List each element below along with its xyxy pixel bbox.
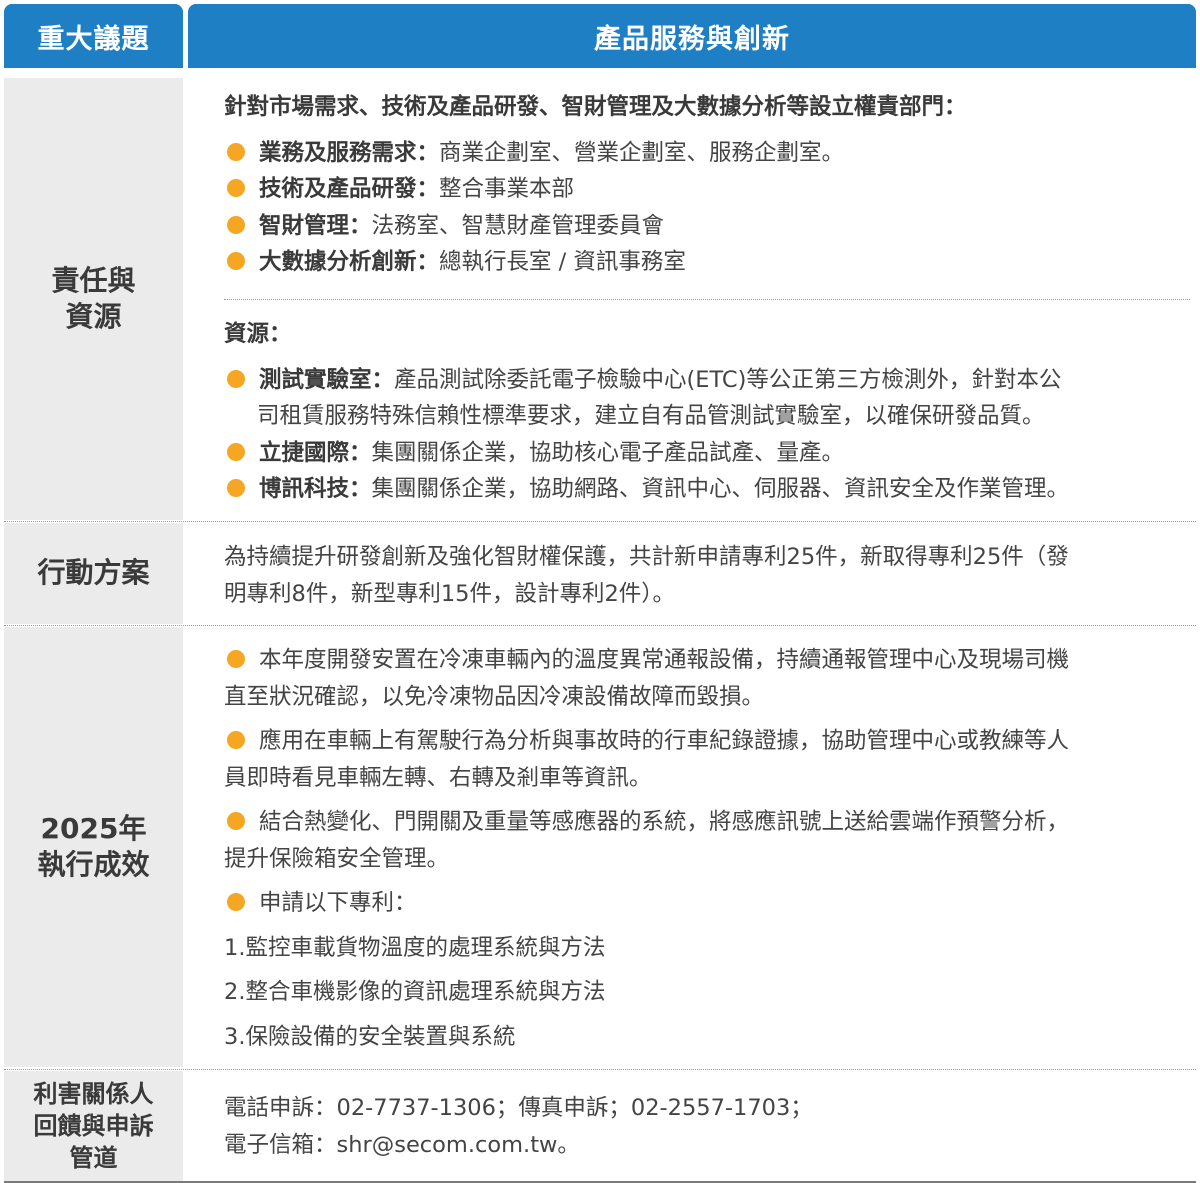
label-line: 2025年 [40, 811, 147, 845]
resource-text: 集團關係企業，協助網路、資訊中心、伺服器、資訊安全及作業管理。 [371, 476, 1070, 502]
header-issue: 重大議題 [4, 4, 183, 68]
bullet-dot-icon [227, 369, 245, 388]
patent-item: 1.監控車載貨物溫度的處理系統與方法 [224, 934, 606, 961]
label-responsibility: 責任與 資源 [4, 78, 183, 520]
result-item-continued: 提升保險箱安全管理。 [224, 845, 450, 872]
list-item: 大數據分析創新：總執行長室 / 資訊事務室 [224, 244, 1180, 281]
bullet-dot-icon [227, 479, 245, 497]
dept-text: 總執行長室 / 資訊事務室 [439, 249, 686, 275]
results: 本年度開發安置在冷凍車輛內的溫度異常通報設備，持續通報管理中心及現場司機 直至狀… [224, 642, 1180, 1055]
action-plan: 為持續提升研發創新及強化智財權保護，共計新申請專利25件，新取得專利25件（發 … [224, 539, 1180, 612]
dept-term: 業務及服務需求： [259, 139, 440, 166]
resource-term: 立捷國際： [259, 439, 372, 466]
departments-title: 針對市場需求、技術及產品研發、智財管理及大數據分析等設立權責部門： [224, 94, 967, 120]
result-item: 應用在車輛上有駕駛行為分析與事故時的行車紀錄證據，協助管理中心或教練等人 [224, 723, 1180, 760]
bullet-dot-icon [227, 650, 245, 668]
contact-phone-fax: 電話申訴：02-7737-1306；傳真申訴；02-2557-1703； [224, 1095, 813, 1121]
result-text: 結合熱變化、門開關及重量等感應器的系統，將感應訊號上送給雲端作預警分析， [259, 809, 1070, 835]
resources-title: 資源： [224, 321, 292, 347]
row-divider [4, 625, 1196, 626]
dept-text: 整合事業本部 [439, 176, 575, 202]
resource-term: 博訊科技： [259, 476, 372, 502]
result-item-continued: 員即時看見車輛左轉、右轉及剎車等資訊。 [224, 764, 652, 791]
bullet-dot-icon [227, 442, 245, 461]
row-divider [4, 1069, 1196, 1070]
list-item: 博訊科技：集團關係企業，協助網路、資訊中心、伺服器、資訊安全及作業管理。 [224, 471, 1180, 508]
label-stakeholder: 利害關係人 回饋與申訴 管道 [4, 1071, 183, 1183]
dept-text: 商業企劃室、營業企劃室、服務企劃室。 [439, 139, 845, 166]
result-text: 本年度開發安置在冷凍車輛內的溫度異常通報設備，持續通報管理中心及現場司機 [259, 647, 1070, 673]
label-line: 管道 [69, 1143, 118, 1172]
bullet-dot-icon [227, 893, 245, 911]
bullet-dot-icon [227, 731, 245, 749]
label-line: 責任與 [51, 263, 136, 297]
bullet-dot-icon [227, 142, 245, 161]
patent-item: 3.保險設備的安全裝置與系統 [224, 1023, 516, 1050]
list-item-continued: 司租賃服務特殊信賴性標準要求，建立自有品管測試實驗室，以確保研發品質。 [257, 403, 1045, 429]
result-item: 結合熱變化、門開關及重量等感應器的系統，將感應訊號上送給雲端作預警分析， [224, 804, 1180, 841]
dept-text: 法務室、智慧財產管理委員會 [371, 212, 665, 239]
bullet-dot-icon [227, 215, 245, 234]
responsibility-departments: 針對市場需求、技術及產品研發、智財管理及大數據分析等設立權責部門： 業務及服務需… [224, 89, 1180, 281]
label-action: 行動方案 [4, 523, 183, 624]
result-text: 應用在車輛上有駕駛行為分析與事故時的行車紀錄證據，協助管理中心或教練等人 [259, 728, 1070, 754]
label-line: 回饋與申訴 [33, 1112, 154, 1141]
responsibility-resources: 資源： 測試實驗室：產品測試除委託電子檢驗中心(ETC)等公正第三方檢測外，針對… [224, 316, 1180, 508]
list-item: 業務及服務需求：商業企劃室、營業企劃室、服務企劃室。 [224, 135, 1180, 172]
list-item: 立捷國際：集團關係企業，協助核心電子產品試產、量產。 [224, 435, 1180, 472]
list-item: 智財管理：法務室、智慧財產管理委員會 [224, 208, 1180, 245]
resource-text: 集團關係企業，協助核心電子產品試產、量產。 [371, 439, 845, 466]
label-line: 利害關係人 [33, 1080, 154, 1109]
label-line: 資源 [65, 300, 122, 333]
result-text: 申請以下專利： [259, 890, 417, 916]
bullet-dot-icon [227, 252, 245, 270]
contact-email: 電子信箱：shr@secom.com.tw。 [224, 1131, 580, 1158]
dept-term: 智財管理： [259, 212, 372, 239]
divider [224, 299, 1190, 300]
table-bottom-border [4, 1181, 1196, 1183]
list-item: 技術及產品研發：整合事業本部 [224, 171, 1180, 208]
header-topic: 產品服務與創新 [188, 4, 1196, 68]
stakeholder-channels: 電話申訴：02-7737-1306；傳真申訴；02-2557-1703； 電子信… [224, 1090, 1180, 1163]
bullet-dot-icon [227, 179, 245, 197]
resource-term: 測試實驗室： [259, 366, 395, 393]
row-divider [4, 521, 1196, 522]
resource-text: 產品測試除委託電子檢驗中心(ETC)等公正第三方檢測外，針對本公 [394, 366, 1062, 393]
dept-term: 大數據分析創新： [259, 249, 440, 275]
action-line: 明專利8件，新型專利15件，設計專利2件）。 [224, 580, 676, 607]
bullet-dot-icon [227, 812, 245, 830]
dept-term: 技術及產品研發： [259, 176, 440, 202]
list-item: 測試實驗室：產品測試除委託電子檢驗中心(ETC)等公正第三方檢測外，針對本公 [224, 362, 1180, 399]
patent-item: 2.整合車機影像的資訊處理系統與方法 [224, 979, 606, 1005]
action-line: 為持續提升研發創新及強化智財權保護，共計新申請專利25件，新取得專利25件（發 [224, 544, 1069, 570]
result-item-continued: 直至狀況確認，以免冷凍物品因冷凍設備故障而毀損。 [224, 683, 765, 710]
label-results: 2025年 執行成效 [4, 627, 183, 1067]
result-item: 本年度開發安置在冷凍車輛內的溫度異常通報設備，持續通報管理中心及現場司機 [224, 642, 1180, 679]
label-line: 執行成效 [37, 848, 150, 881]
result-item: 申請以下專利： [224, 885, 1180, 922]
